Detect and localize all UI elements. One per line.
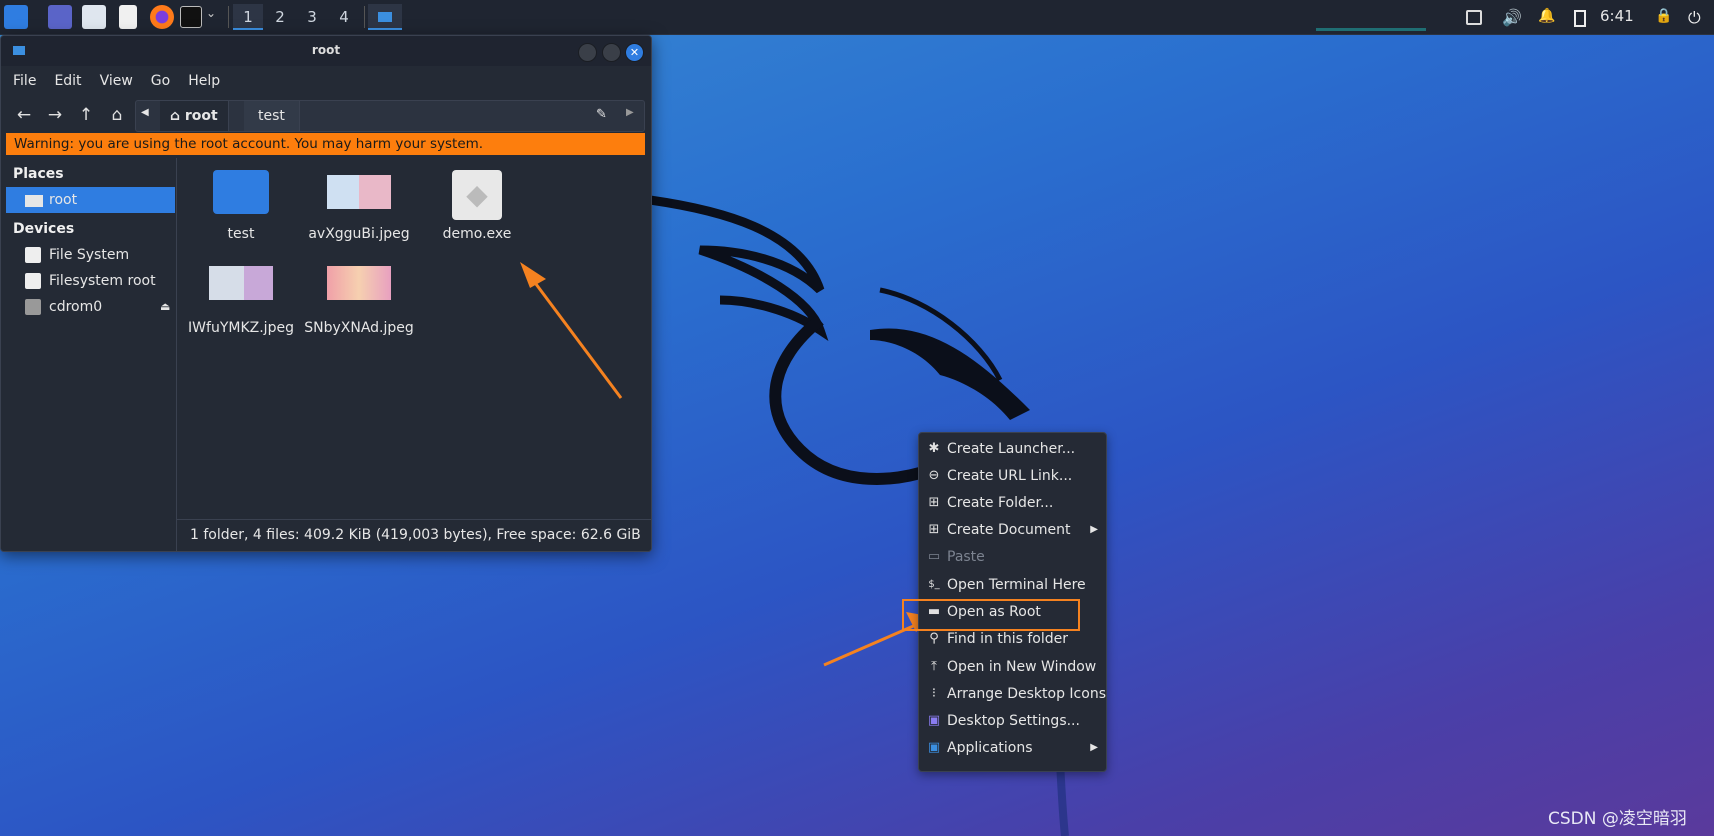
submenu-arrow-icon: ▶ [1090,742,1098,753]
file-item-test[interactable]: test [186,170,296,242]
gear-icon: ✱ [928,441,940,456]
sidebar: Places root Devices File System Filesyst… [1,158,177,551]
workspace-3[interactable]: 3 [297,4,327,30]
new-folder-icon: ⊞ [928,495,940,510]
image-thumbnail [327,266,391,300]
file-item-avxggubi[interactable]: avXgguBi.jpeg [304,170,414,242]
menu-help[interactable]: Help [176,66,226,89]
path-bar: ◀ ⌂ root test ✎ ▶ [135,100,645,132]
sidebar-item-filesystem-root[interactable]: Filesystem root [1,268,176,294]
workspace-4[interactable]: 4 [329,4,359,30]
folder-icon [213,170,269,214]
annotation-highlight-box [902,599,1080,631]
image-thumbnail [327,175,391,209]
path-test-button[interactable]: test [244,101,300,131]
back-icon[interactable]: ← [13,104,35,126]
file-item-iwfuymkz[interactable]: IWfuYMKZ.jpeg [186,266,296,336]
menu-go[interactable]: Go [139,66,176,89]
close-button[interactable]: ✕ [625,43,644,62]
upload-icon: ⤒ [931,659,937,674]
menu-item-open-new-window[interactable]: ⤒ Open in New Window [919,654,1106,680]
title-bar[interactable]: root ✕ [1,36,651,66]
new-document-icon: ⊞ [928,522,940,537]
path-root-button[interactable]: ⌂ root [160,101,229,131]
edit-path-icon[interactable]: ✎ [596,107,607,122]
screen-icon[interactable] [1466,10,1482,25]
home-folder-icon [25,195,43,207]
menu-bar: File Edit View Go Help [1,66,651,96]
menu-item-create-launcher[interactable]: ✱ Create Launcher... [919,436,1106,462]
sidebar-item-file-system[interactable]: File System [1,242,176,268]
bell-icon[interactable]: 🔔 [1538,8,1556,26]
sidebar-item-cdrom0[interactable]: cdrom0 ⏏ [1,294,176,320]
menu-item-applications[interactable]: ▣ Applications ▶ [919,735,1106,761]
menu-view[interactable]: View [88,66,139,89]
workspace-2[interactable]: 2 [265,4,295,30]
link-icon: ⊖ [928,468,940,483]
taskbar: ⌄ 1 2 3 4 🔊 🔔 6:41 🔒 ⏻ [0,0,1714,35]
image-thumbnail [209,266,273,300]
menu-item-arrange-icons[interactable]: ⁝ Arrange Desktop Icons [919,681,1106,707]
clipboard-icon: ▭ [927,549,941,564]
show-desktop-icon[interactable] [48,5,72,29]
chevron-down-icon[interactable]: ⌄ [206,6,216,20]
file-item-demo-exe[interactable]: ◆ demo.exe [422,170,532,242]
places-heading: Places [13,166,64,182]
menu-item-create-folder[interactable]: ⊞ Create Folder... [919,490,1106,516]
sidebar-item-root[interactable]: root [6,187,175,213]
lock-icon[interactable]: 🔒 [1655,8,1673,26]
battery-icon[interactable] [1574,10,1586,27]
home-icon[interactable]: ⌂ [106,104,128,126]
menu-edit[interactable]: Edit [42,66,87,89]
path-scroll-right-icon[interactable]: ▶ [626,107,634,118]
kali-menu-icon[interactable] [4,5,28,29]
root-drive-icon [25,273,41,289]
file-manager-window: root ✕ File Edit View Go Help ← → ↑ ⌂ ◀ ⌂ ro… [0,35,652,552]
settings-icon: ▣ [927,713,941,728]
forward-icon[interactable]: → [44,104,66,126]
eject-icon[interactable]: ⏏ [160,294,170,320]
logout-icon[interactable]: ⏻ [1688,8,1706,27]
workspace-1[interactable]: 1 [233,4,263,30]
home-icon: ⌂ [170,108,185,124]
menu-file[interactable]: File [1,66,42,89]
executable-icon: ◆ [452,170,502,220]
taskbar-window-root[interactable] [368,4,402,30]
watermark: CSDN @凌空暗羽 [1548,809,1687,829]
text-editor-icon[interactable] [119,5,137,29]
cdrom-icon [25,299,41,315]
volume-icon[interactable]: 🔊 [1502,8,1522,27]
submenu-arrow-icon: ▶ [1090,524,1098,535]
applications-icon: ▣ [927,740,941,755]
devices-heading: Devices [13,221,75,237]
maximize-button[interactable] [602,43,621,62]
menu-item-create-document[interactable]: ⊞ Create Document ▶ [919,517,1106,543]
navigation-toolbar: ← → ↑ ⌂ ◀ ⌂ root test ✎ ▶ [1,96,651,134]
firefox-icon[interactable] [150,5,174,29]
path-scroll-left-icon[interactable]: ◀ [141,107,149,118]
file-manager-icon[interactable] [82,5,106,29]
drive-icon [25,247,41,263]
window-title: root [311,43,341,57]
search-icon: ⚲ [929,631,939,646]
file-view: test avXgguBi.jpeg ◆ demo.exe IWfuYMKZ.j… [177,158,651,551]
arrange-icon: ⁝ [931,686,937,701]
network-graph [1316,28,1426,31]
terminal-icon[interactable] [180,6,202,28]
minimize-button[interactable] [578,43,597,62]
file-item-snbyxnad[interactable]: SNbyXNAd.jpeg [304,266,414,336]
status-bar: 1 folder, 4 files: 409.2 KiB (419,003 by… [177,519,651,551]
menu-item-desktop-settings[interactable]: ▣ Desktop Settings... [919,708,1106,734]
folder-icon [378,12,392,22]
menu-item-open-terminal[interactable]: $_ Open Terminal Here [919,572,1106,598]
terminal-icon: $_ [928,579,940,590]
clock[interactable]: 6:41 [1600,7,1634,25]
up-icon[interactable]: ↑ [75,104,97,126]
menu-item-create-url-link[interactable]: ⊖ Create URL Link... [919,463,1106,489]
root-warning-banner: Warning: you are using the root account.… [6,133,645,155]
menu-item-paste: ▭ Paste [927,549,985,565]
